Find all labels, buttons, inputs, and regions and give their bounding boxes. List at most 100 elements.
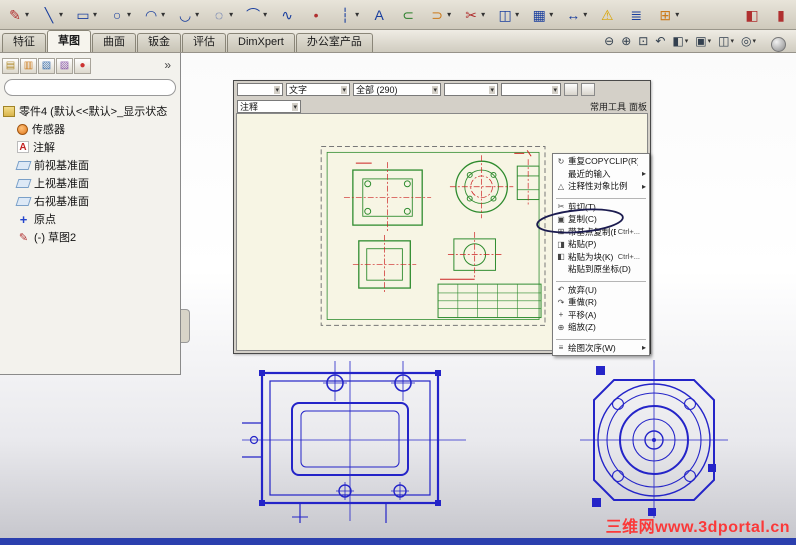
circle-tool[interactable]: ○ ▾ (106, 2, 133, 28)
section-view-button[interactable]: ◧ ▾ (670, 33, 690, 49)
menu-paste-to-original-coords[interactable]: 粘贴到原坐标(D) ▸ (554, 263, 648, 276)
acad-annotation-combo[interactable]: 注释 ▾ (237, 100, 301, 113)
hide-show-items-button[interactable]: ◎ ▾ (739, 33, 758, 49)
dropdown-arrow-icon[interactable]: ▾ (93, 10, 97, 19)
tab-sketch[interactable]: 草图 (47, 30, 91, 52)
menu-annotative-object-scale[interactable]: △ 注释性对象比例 ▸ (554, 180, 648, 193)
tangent-arc-tool[interactable]: ◡ ▾ (174, 2, 201, 28)
menu-paste-as-block[interactable]: ◧ 粘贴为块(K) Ctrl+... ▸ (554, 251, 648, 264)
dropdown-arrow-icon[interactable]: ▾ (25, 10, 29, 19)
dropdown-arrow-icon[interactable]: ▾ (675, 10, 679, 19)
acad-tools-menu[interactable]: 常用工具 (590, 100, 626, 113)
dropdown-arrow-icon[interactable]: ▾ (730, 37, 734, 45)
linear-pattern-tool[interactable]: ▦ ▾ (528, 2, 555, 28)
view-orientation-button[interactable]: ▣ ▾ (693, 33, 713, 49)
tab-office-products[interactable]: 办公室产品 (295, 33, 373, 52)
combo-arrow-icon[interactable]: ▾ (274, 85, 280, 94)
zoom-out-button[interactable]: ⊖ ▾ (602, 33, 616, 49)
dimxpertmanager-tab[interactable]: ▨ (56, 57, 73, 74)
tab-dimxpert[interactable]: DimXpert (227, 33, 295, 52)
acad-linetype-combo[interactable]: ▾ (501, 83, 561, 96)
tree-item-top-plane[interactable]: 上视基准面 (3, 174, 180, 192)
mirror-entities-tool[interactable]: ◫ ▾ (494, 2, 521, 28)
featuremanager-filter[interactable] (4, 79, 176, 96)
configurationmanager-tab[interactable]: ▧ (38, 57, 55, 74)
sketch-plate-view[interactable] (240, 353, 470, 525)
combo-arrow-icon[interactable]: ▾ (552, 85, 558, 94)
context-menu-item[interactable]: ▸ (556, 335, 646, 340)
menu-pan[interactable]: + 平移(A) ▸ (554, 309, 648, 322)
panel-resize-handle[interactable] (181, 309, 190, 343)
acad-filter-combo[interactable]: 全部 (290) ▾ (353, 83, 441, 96)
sketch-flange-view[interactable] (578, 358, 730, 520)
dropdown-arrow-icon[interactable]: ▾ (708, 37, 712, 45)
acad-layer-state-combo[interactable]: ▾ (237, 83, 283, 96)
sketch-tool[interactable]: ✎ ▾ (4, 2, 31, 28)
dropdown-arrow-icon[interactable]: ▾ (549, 10, 553, 19)
move-entities-tool[interactable]: ↔ ▾ (562, 2, 589, 28)
toolbar-overflow-icon[interactable]: ▮ ▾ (770, 2, 792, 28)
menu-zoom[interactable]: ⊕ 缩放(Z) ▸ (554, 321, 648, 334)
dropdown-arrow-icon[interactable]: ▾ (447, 10, 451, 19)
tree-item-origin[interactable]: + 原点 (3, 210, 180, 228)
centerline-tool[interactable]: ┆ ▾ (334, 2, 361, 28)
rectangle-tool[interactable]: ▭ ▾ (72, 2, 99, 28)
tree-item-front-plane[interactable]: 前视基准面 (3, 156, 180, 174)
appearance-sphere-icon[interactable] (771, 37, 786, 52)
tree-item-right-plane[interactable]: 右视基准面 (3, 192, 180, 210)
menu-draw-order[interactable]: ≡ 绘图次序(W) ▸ (554, 342, 648, 355)
dropdown-arrow-icon[interactable]: ▾ (229, 10, 233, 19)
tree-item-part4-root[interactable]: 零件4 (默认<<默认>_显示状态 (3, 102, 180, 120)
dropdown-arrow-icon[interactable]: ▾ (685, 37, 689, 45)
panel-chevron-icon[interactable]: » (164, 58, 176, 72)
context-menu-item[interactable]: ▸ (556, 277, 646, 282)
tree-item-annotations[interactable]: A 注解 (3, 138, 180, 156)
centerpoint-arc-tool[interactable]: ◠ ▾ (140, 2, 167, 28)
zoom-fit-button[interactable]: ⊡ ▾ (636, 33, 650, 49)
display-style-button[interactable]: ◫ ▾ (716, 33, 736, 49)
three-point-arc-tool[interactable]: ⌒ ▾ (242, 2, 269, 28)
menu-recent-input[interactable]: 最近的输入 ▸ (554, 168, 648, 181)
repair-sketch-tool[interactable]: ≣ ▾ (625, 2, 647, 28)
acad-toolbar-button[interactable] (581, 83, 595, 96)
trim-entities-tool[interactable]: ✂ ▾ (460, 2, 487, 28)
tree-item-sensors[interactable]: 传感器 (3, 120, 180, 138)
offset-entities-tool[interactable]: ⊃ ▾ (426, 2, 453, 28)
display-relations-tool[interactable]: ⚠ ▾ (596, 2, 618, 28)
menu-copy[interactable]: ▣ 复制(C) ▸ (554, 213, 648, 226)
menu-copy-with-base-point[interactable]: ⊞ 带基点复制(B) Ctrl+... ▸ (554, 226, 648, 239)
embedded-autocad-window[interactable]: ▾ 文字 ▾ 全部 (290) ▾ ▾ ▾ 注释 ▾ 常用工具 面板 ↻ 重复C… (233, 80, 651, 356)
combo-arrow-icon[interactable]: ▾ (292, 102, 298, 111)
combo-arrow-icon[interactable]: ▾ (341, 85, 347, 94)
previous-view-button[interactable]: ↶ ▾ (653, 33, 667, 49)
menu-undo[interactable]: ↶ 放弃(U) ▸ (554, 284, 648, 297)
acad-color-combo[interactable]: ▾ (444, 83, 498, 96)
featuremanager-tab[interactable]: ▤ (2, 57, 19, 74)
menu-repeat-copyclip[interactable]: ↻ 重复COPYCLIP(R) ▸ (554, 155, 648, 168)
dropdown-arrow-icon[interactable]: ▾ (263, 10, 267, 19)
menu-paste[interactable]: ◨ 粘贴(P) ▸ (554, 238, 648, 251)
dropdown-arrow-icon[interactable]: ▾ (752, 37, 756, 45)
dropdown-arrow-icon[interactable]: ▾ (515, 10, 519, 19)
tab-sheet-metal[interactable]: 钣金 (137, 33, 181, 52)
tree-item-sketch2[interactable]: ✎ (-) 草图2 (3, 228, 180, 246)
dropdown-arrow-icon[interactable]: ▾ (59, 10, 63, 19)
acad-toolbar-button[interactable] (564, 83, 578, 96)
rapid-sketch-tool[interactable]: ⊞ ▾ (654, 2, 681, 28)
dropdown-arrow-icon[interactable]: ▾ (355, 10, 359, 19)
dropdown-arrow-icon[interactable]: ▾ (481, 10, 485, 19)
context-menu-item[interactable]: ▸ (556, 194, 646, 199)
zoom-area-button[interactable]: ⊕ ▾ (619, 33, 633, 49)
convert-entities-tool[interactable]: ⊂ ▾ (397, 2, 419, 28)
dropdown-arrow-icon[interactable]: ▾ (127, 10, 131, 19)
dropdown-arrow-icon[interactable]: ▾ (583, 10, 587, 19)
tab-features[interactable]: 特征 (2, 33, 46, 52)
text-tool[interactable]: A ▾ (368, 2, 390, 28)
combo-arrow-icon[interactable]: ▾ (432, 85, 438, 94)
spline-tool[interactable]: ∿ ▾ (276, 2, 298, 28)
combo-arrow-icon[interactable]: ▾ (489, 85, 495, 94)
menu-redo[interactable]: ↷ 重做(R) ▸ (554, 296, 648, 309)
point-tool[interactable]: • ▾ (305, 2, 327, 28)
instant2d-tool[interactable]: ◧ ▾ (741, 2, 763, 28)
line-tool[interactable]: ╲ ▾ (38, 2, 65, 28)
